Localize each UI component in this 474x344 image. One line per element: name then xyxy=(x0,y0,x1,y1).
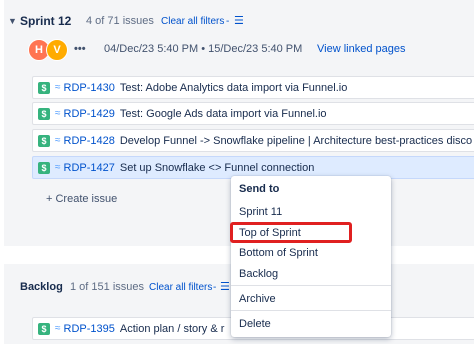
menu-heading: Send to xyxy=(239,183,280,195)
issue-summary: Action plan / story & r xyxy=(119,322,225,335)
menu-item-delete[interactable]: Delete xyxy=(239,318,271,330)
menu-divider xyxy=(231,285,391,286)
issue-key[interactable]: RDP-1430 xyxy=(64,82,115,94)
issue-summary: Test: Google Ads data import via Funnel.… xyxy=(119,107,327,120)
issue-summary: Set up Snowflake <> Funnel connection xyxy=(119,161,315,174)
menu-item-backlog[interactable]: Backlog xyxy=(239,268,278,280)
issue-row[interactable]: $ ≈ RDP-1429 Test: Google Ads data impor… xyxy=(32,102,474,125)
story-icon: $ xyxy=(38,161,50,174)
filter-icon[interactable]: ☰ xyxy=(234,14,244,27)
menu-item-sprint-11[interactable]: Sprint 11 xyxy=(239,206,282,218)
filter-icon[interactable]: ☰ xyxy=(220,280,230,293)
story-icon: $ xyxy=(38,134,50,147)
issue-key[interactable]: RDP-1395 xyxy=(64,323,115,335)
avatar-initial: H xyxy=(35,44,43,56)
sprint-issue-count: 4 of 71 issues xyxy=(86,15,154,27)
create-issue-button[interactable]: + Create issue xyxy=(46,193,117,205)
priority-icon: ≈ xyxy=(55,162,60,173)
priority-icon: ≈ xyxy=(55,82,60,93)
issue-summary: Develop Funnel -> Snowflake pipeline | A… xyxy=(119,134,473,147)
sprint-clear-filters-link[interactable]: Clear all filters xyxy=(161,16,224,27)
more-actions-button[interactable]: ••• xyxy=(74,43,86,55)
menu-divider xyxy=(231,310,391,311)
sprint-filter-separator: - xyxy=(226,16,230,27)
story-icon: $ xyxy=(38,107,50,120)
issue-summary: Test: Adobe Analytics data import via Fu… xyxy=(119,81,348,94)
send-to-context-menu: Send to Sprint 11 Top of Sprint Bottom o… xyxy=(231,176,391,337)
story-icon: $ xyxy=(38,322,50,335)
highlight-annotation-box xyxy=(230,222,352,243)
menu-item-bottom-of-sprint[interactable]: Bottom of Sprint xyxy=(239,247,318,259)
backlog-filter-separator: - xyxy=(213,282,217,293)
chevron-down-icon[interactable]: ▼ xyxy=(8,16,17,26)
issue-row[interactable]: $ ≈ RDP-1428 Develop Funnel -> Snowflake… xyxy=(32,129,474,152)
backlog-clear-filters-link[interactable]: Clear all filters xyxy=(149,282,212,293)
issue-key[interactable]: RDP-1429 xyxy=(64,108,115,120)
story-icon: $ xyxy=(38,81,50,94)
avatar-v[interactable]: V xyxy=(46,39,68,61)
avatar-initial: V xyxy=(53,44,61,56)
issue-key[interactable]: RDP-1427 xyxy=(64,162,115,174)
sprint-title: Sprint 12 xyxy=(20,14,72,28)
view-linked-pages-link[interactable]: View linked pages xyxy=(317,43,405,55)
issue-key[interactable]: RDP-1428 xyxy=(64,135,115,147)
priority-icon: ≈ xyxy=(55,323,60,334)
priority-icon: ≈ xyxy=(55,135,60,146)
backlog-title: Backlog xyxy=(20,281,63,293)
priority-icon: ≈ xyxy=(55,108,60,119)
sprint-dates: 04/Dec/23 5:40 PM • 15/Dec/23 5:40 PM xyxy=(104,43,303,55)
issue-row[interactable]: $ ≈ RDP-1430 Test: Adobe Analytics data … xyxy=(32,76,474,99)
backlog-issue-count: 1 of 151 issues xyxy=(70,281,144,293)
menu-item-archive[interactable]: Archive xyxy=(239,293,276,305)
